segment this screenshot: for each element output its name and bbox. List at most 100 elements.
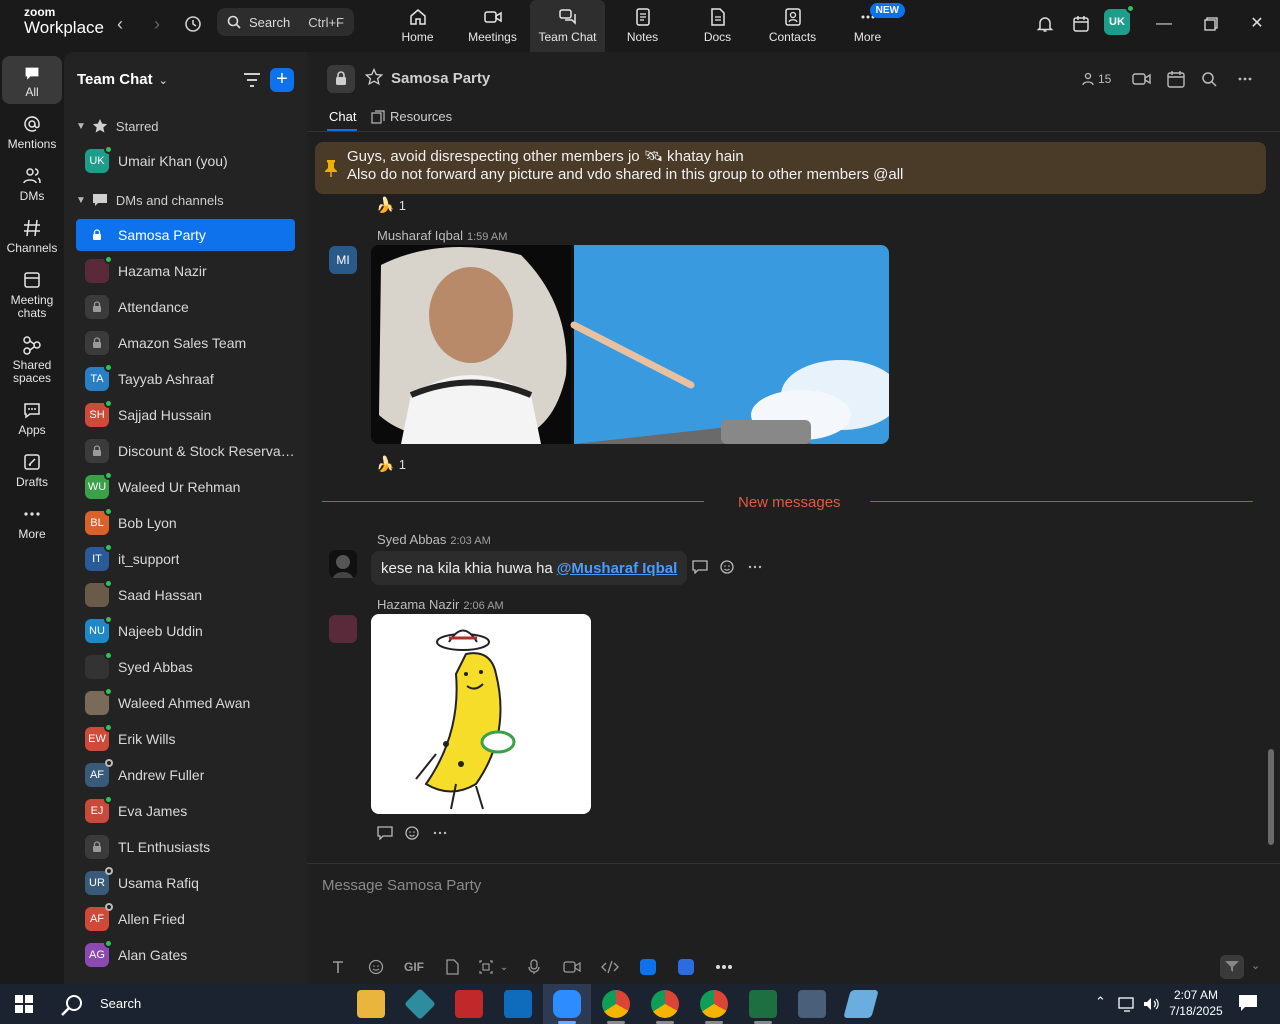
nav-meetings[interactable]: Meetings [455, 0, 530, 52]
sidebar-title[interactable]: Team Chat ⌄ [77, 71, 168, 88]
schedule-calendar-icon[interactable] [1167, 68, 1185, 90]
avatar[interactable]: MI [329, 246, 357, 274]
message-bubble[interactable]: kese na kila khia huwa ha @Musharaf Iqba… [371, 551, 688, 585]
sidebar-item-tayyab-ashraaf[interactable]: TA Tayyab Ashraaf [76, 363, 295, 395]
sidebar-item-najeeb-uddin[interactable]: NU Najeeb Uddin [76, 615, 295, 647]
sidebar-item-eva-james[interactable]: EJ Eva James [76, 795, 295, 827]
rail-more[interactable]: More [2, 504, 62, 541]
network-icon[interactable] [1118, 996, 1136, 1012]
chrome-icon[interactable] [700, 990, 728, 1018]
excel-icon[interactable] [749, 990, 777, 1018]
sidebar-item-usama-rafiq[interactable]: UR Usama Rafiq [76, 867, 295, 899]
sidebar-item-it-support[interactable]: IT it_support [76, 543, 295, 575]
dms-section-header[interactable]: ▼ DMs and channels [76, 192, 224, 208]
sidebar-item-samosa-party[interactable]: Samosa Party [76, 219, 295, 251]
sender-name[interactable]: Hazama Nazir [377, 597, 459, 612]
message-input[interactable] [322, 874, 1222, 896]
history-icon[interactable] [181, 12, 205, 36]
rail-channels[interactable]: Channels [2, 218, 62, 255]
user-avatar[interactable]: UK [1104, 4, 1135, 35]
chrome-icon[interactable] [602, 990, 630, 1018]
filezilla-icon[interactable] [455, 990, 483, 1018]
code-snippet-icon[interactable] [591, 955, 629, 979]
sidebar-item-waleed-ur-rehman[interactable]: WU Waleed Ur Rehman [76, 471, 295, 503]
windows-start-icon[interactable] [15, 995, 33, 1013]
search-in-chat-icon[interactable] [1201, 68, 1217, 90]
rail-mentions[interactable]: Mentions [2, 114, 62, 151]
add-reaction-icon[interactable] [720, 559, 736, 578]
taskbar-search-label[interactable]: Search [100, 996, 141, 1011]
video-call-icon[interactable] [1132, 68, 1152, 90]
minimize-window-icon[interactable]: — [1152, 12, 1176, 36]
tab-chat[interactable]: Chat [329, 109, 356, 124]
reaction-chip[interactable]: 🍌 1 [376, 196, 406, 214]
chrome-icon[interactable] [651, 990, 679, 1018]
reply-icon[interactable] [377, 826, 393, 843]
back-arrow-icon[interactable]: ‹ [108, 12, 132, 36]
nav-contacts[interactable]: Contacts [755, 0, 830, 52]
sidebar-item-saad-hassan[interactable]: Saad Hassan [76, 579, 295, 611]
rail-all[interactable]: All [2, 56, 62, 104]
nav-team-chat[interactable]: Team Chat [530, 0, 605, 52]
new-chat-plus-button[interactable]: + [270, 68, 294, 92]
video-message-icon[interactable] [553, 955, 591, 979]
gif-button[interactable]: GIF [395, 955, 433, 979]
sidebar-item-erik-wills[interactable]: EW Erik Wills [76, 723, 295, 755]
nav-docs[interactable]: Docs [680, 0, 755, 52]
restore-window-icon[interactable] [1199, 12, 1223, 36]
more-actions-icon[interactable] [748, 560, 762, 577]
sidebar-item-sajjad-hussain[interactable]: SH Sajjad Hussain [76, 399, 295, 431]
avatar[interactable] [329, 550, 357, 578]
format-text-icon[interactable] [319, 955, 357, 979]
image-attachment[interactable] [371, 245, 889, 444]
rail-shared-spaces[interactable]: Shared spaces [2, 335, 62, 385]
avatar[interactable] [329, 615, 357, 643]
filter-icon[interactable] [242, 70, 262, 90]
sidebar-item-hazama-nazir[interactable]: Hazama Nazir [76, 255, 295, 287]
sidebar-item-tl-enthusiasts[interactable]: TL Enthusiasts [76, 831, 295, 863]
reaction-chip[interactable]: 🍌 1 [376, 455, 406, 473]
zoom-app-icon[interactable] [667, 955, 705, 979]
calendar-app-icon[interactable] [1069, 12, 1093, 36]
sidebar-item-alan-gates[interactable]: AG Alan Gates [76, 939, 295, 971]
nav-home[interactable]: Home [380, 0, 455, 52]
member-count-button[interactable]: 15 [1081, 68, 1111, 90]
rail-apps[interactable]: Apps [2, 400, 62, 437]
sidebar-item-amazon-sales-team[interactable]: Amazon Sales Team [76, 327, 295, 359]
rail-meeting-chats[interactable]: Meeting chats [2, 270, 62, 320]
notification-center-icon[interactable] [1238, 994, 1258, 1012]
sidebar-item-waleed-ahmed-awan[interactable]: Waleed Ahmed Awan [76, 687, 295, 719]
sidebar-item-discount-stock-reservati[interactable]: Discount & Stock Reservati... [76, 435, 295, 467]
sender-name[interactable]: Musharaf Iqbal [377, 228, 463, 243]
add-reaction-icon[interactable] [405, 825, 421, 844]
screenshot-icon[interactable]: ⌄ [471, 955, 515, 979]
search-box[interactable]: Search Ctrl+F [217, 8, 354, 36]
mention-link[interactable]: @Musharaf Iqbal [557, 560, 677, 577]
calculator-icon[interactable] [798, 990, 826, 1018]
sidebar-item-andrew-fuller[interactable]: AF Andrew Fuller [76, 759, 295, 791]
favorite-star-icon[interactable] [365, 68, 383, 86]
volume-icon[interactable] [1142, 996, 1160, 1012]
file-explorer-icon[interactable] [357, 990, 385, 1018]
taskbar-search-icon[interactable] [60, 993, 84, 1017]
send-button[interactable] [1220, 955, 1244, 979]
sender-name[interactable]: Syed Abbas [377, 532, 446, 547]
zoom-taskbar-icon[interactable] [553, 990, 581, 1018]
taskbar-clock[interactable]: 2:07 AM 7/18/2025 [1167, 987, 1225, 1019]
more-composer-options-icon[interactable] [705, 955, 743, 979]
banana-sticker-image[interactable] [371, 614, 591, 814]
send-options-chevron-icon[interactable]: ⌄ [1251, 959, 1260, 972]
notifications-bell-icon[interactable] [1033, 12, 1057, 36]
rail-dms[interactable]: DMs [2, 166, 62, 203]
reply-icon[interactable] [692, 560, 708, 577]
microphone-icon[interactable] [515, 955, 553, 979]
starred-section-header[interactable]: ▼ Starred [76, 118, 159, 134]
sidebar-item-allen-fried[interactable]: AF Allen Fried [76, 903, 295, 935]
close-window-icon[interactable]: ✕ [1245, 12, 1269, 36]
chat-scrollbar[interactable] [1268, 749, 1274, 845]
more-actions-icon[interactable] [433, 826, 447, 843]
sidebar-item-bob-lyon[interactable]: BL Bob Lyon [76, 507, 295, 539]
tab-resources[interactable]: Resources [371, 109, 452, 124]
rail-drafts[interactable]: Drafts [2, 452, 62, 489]
attach-file-icon[interactable] [433, 955, 471, 979]
